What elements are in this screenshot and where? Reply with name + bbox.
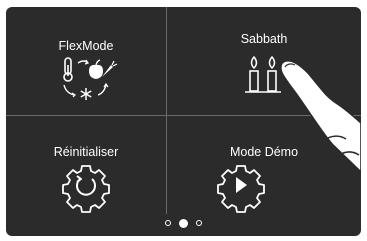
page-indicator (6, 215, 361, 231)
vertical-divider (166, 7, 167, 214)
reset-label: Réinitialiser (53, 145, 119, 159)
flexmode-tile[interactable]: FlexMode (6, 7, 166, 115)
sabbath-label: Sabbath (240, 32, 288, 46)
gear-play-icon (217, 165, 265, 213)
demo-label: Mode Démo (229, 145, 299, 159)
horizontal-divider (6, 115, 361, 116)
reset-tile[interactable]: Réinitialiser (6, 116, 166, 214)
demo-tile[interactable]: Mode Démo (167, 116, 361, 214)
flexmode-label: FlexMode (58, 39, 114, 53)
page-dot-1[interactable] (165, 220, 171, 226)
candles-icon (245, 55, 281, 93)
page-dot-3[interactable] (196, 220, 202, 226)
sabbath-tile[interactable]: Sabbath (167, 7, 361, 115)
fridge-freezer-convert-icon (63, 57, 118, 100)
page-dot-2-active[interactable] (179, 218, 188, 228)
control-panel-screen: FlexMode Sabbath Réinitialiser Mode Démo (6, 7, 361, 236)
gear-reset-icon (62, 165, 110, 213)
